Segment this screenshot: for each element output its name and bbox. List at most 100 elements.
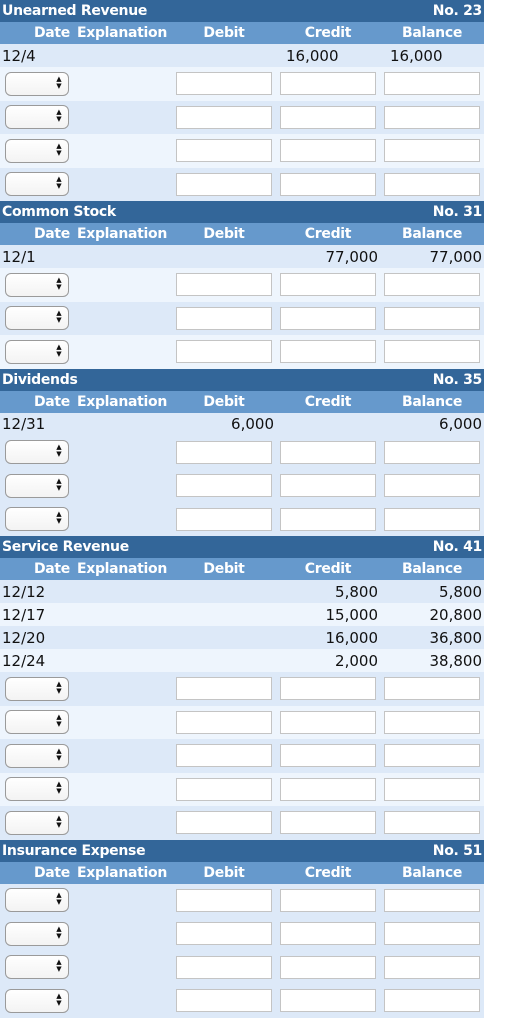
- date-select[interactable]: ▲ ▼: [5, 710, 69, 735]
- balance-input[interactable]: [384, 440, 480, 464]
- date-select[interactable]: ▲ ▼: [5, 888, 69, 913]
- credit-input[interactable]: [280, 72, 376, 96]
- balance-input[interactable]: [384, 888, 480, 912]
- credit-input[interactable]: [280, 989, 376, 1013]
- account-number: No. 41: [432, 539, 483, 555]
- date-select[interactable]: ▲ ▼: [5, 743, 69, 768]
- debit-input[interactable]: [176, 105, 272, 129]
- date-select[interactable]: ▲ ▼: [5, 988, 69, 1013]
- debit-input[interactable]: [176, 172, 272, 196]
- entry-date: 12/1: [2, 247, 36, 266]
- debit-input[interactable]: [176, 139, 272, 163]
- date-select[interactable]: ▲ ▼: [5, 473, 69, 498]
- credit-input[interactable]: [280, 172, 376, 196]
- date-cell: ▲ ▼: [0, 339, 72, 364]
- ledger-entry-row: 12/17 15,000 20,800: [0, 603, 484, 626]
- column-header-date: Date: [33, 561, 70, 577]
- credit-input[interactable]: [280, 507, 376, 531]
- credit-input[interactable]: [280, 105, 376, 129]
- date-select[interactable]: ▲ ▼: [5, 921, 69, 946]
- debit-input[interactable]: [176, 677, 272, 701]
- balance-cell: [380, 105, 484, 129]
- balance-input[interactable]: [384, 710, 480, 734]
- entry-credit: 77,000: [325, 247, 379, 266]
- debit-input[interactable]: [176, 440, 272, 464]
- debit-input[interactable]: [176, 888, 272, 912]
- date-select[interactable]: ▲ ▼: [5, 440, 69, 465]
- debit-input[interactable]: [176, 744, 272, 768]
- credit-input[interactable]: [280, 340, 376, 364]
- balance-input[interactable]: [384, 72, 480, 96]
- debit-input[interactable]: [176, 955, 272, 979]
- balance-input[interactable]: [384, 744, 480, 768]
- balance-input[interactable]: [384, 955, 480, 979]
- balance-input[interactable]: [384, 474, 480, 498]
- account-title-bar: Common Stock No. 31: [0, 201, 484, 223]
- credit-input[interactable]: [280, 139, 376, 163]
- credit-input[interactable]: [280, 710, 376, 734]
- balance-input[interactable]: [384, 105, 480, 129]
- balance-input[interactable]: [384, 811, 480, 835]
- debit-input[interactable]: [176, 989, 272, 1013]
- debit-cell: [172, 677, 276, 701]
- date-select[interactable]: ▲ ▼: [5, 676, 69, 701]
- credit-input[interactable]: [280, 440, 376, 464]
- credit-input[interactable]: [280, 677, 376, 701]
- date-cell: ▲ ▼: [0, 71, 72, 96]
- credit-input[interactable]: [280, 811, 376, 835]
- balance-input[interactable]: [384, 139, 480, 163]
- credit-input[interactable]: [280, 744, 376, 768]
- credit-input[interactable]: [280, 474, 376, 498]
- debit-cell: [172, 440, 276, 464]
- debit-cell: [172, 777, 276, 801]
- balance-input[interactable]: [384, 340, 480, 364]
- date-select[interactable]: ▲ ▼: [5, 272, 69, 297]
- debit-input[interactable]: [176, 710, 272, 734]
- date-select[interactable]: ▲ ▼: [5, 71, 69, 96]
- credit-input[interactable]: [280, 273, 376, 297]
- debit-input[interactable]: [176, 811, 272, 835]
- debit-input[interactable]: [176, 72, 272, 96]
- date-select[interactable]: ▲ ▼: [5, 810, 69, 835]
- up-down-arrows-icon: ▲ ▼: [56, 476, 62, 492]
- column-header-balance: Balance: [401, 393, 463, 410]
- entry-date: 12/12: [2, 582, 46, 601]
- balance-cell: [380, 777, 484, 801]
- date-select[interactable]: ▲ ▼: [5, 955, 69, 980]
- up-down-arrows-icon: ▲ ▼: [56, 108, 62, 124]
- balance-input[interactable]: [384, 777, 480, 801]
- debit-cell: [172, 744, 276, 768]
- entry-date: 12/31: [2, 415, 46, 433]
- credit-input[interactable]: [280, 888, 376, 912]
- date-select[interactable]: ▲ ▼: [5, 339, 69, 364]
- balance-input[interactable]: [384, 172, 480, 196]
- balance-input[interactable]: [384, 922, 480, 946]
- credit-input[interactable]: [280, 306, 376, 330]
- balance-input[interactable]: [384, 273, 480, 297]
- date-cell: ▲ ▼: [0, 921, 72, 946]
- date-select[interactable]: ▲ ▼: [5, 138, 69, 163]
- date-select[interactable]: ▲ ▼: [5, 306, 69, 331]
- credit-input[interactable]: [280, 955, 376, 979]
- debit-input[interactable]: [176, 340, 272, 364]
- date-select[interactable]: ▲ ▼: [5, 172, 69, 197]
- debit-input[interactable]: [176, 922, 272, 946]
- debit-cell: [172, 888, 276, 912]
- credit-input[interactable]: [280, 777, 376, 801]
- credit-input[interactable]: [280, 922, 376, 946]
- balance-input[interactable]: [384, 677, 480, 701]
- balance-input[interactable]: [384, 507, 480, 531]
- debit-input[interactable]: [176, 273, 272, 297]
- debit-input[interactable]: [176, 507, 272, 531]
- balance-input[interactable]: [384, 306, 480, 330]
- debit-input[interactable]: [176, 777, 272, 801]
- date-select[interactable]: ▲ ▼: [5, 507, 69, 532]
- ledger-entry-row: 12/1 77,000 77,000: [0, 245, 484, 268]
- balance-input[interactable]: [384, 989, 480, 1013]
- debit-input[interactable]: [176, 474, 272, 498]
- date-select[interactable]: ▲ ▼: [5, 777, 69, 802]
- entry-balance: 16,000: [390, 46, 443, 65]
- date-select[interactable]: ▲ ▼: [5, 105, 69, 130]
- credit-cell: [276, 922, 380, 946]
- debit-input[interactable]: [176, 306, 272, 330]
